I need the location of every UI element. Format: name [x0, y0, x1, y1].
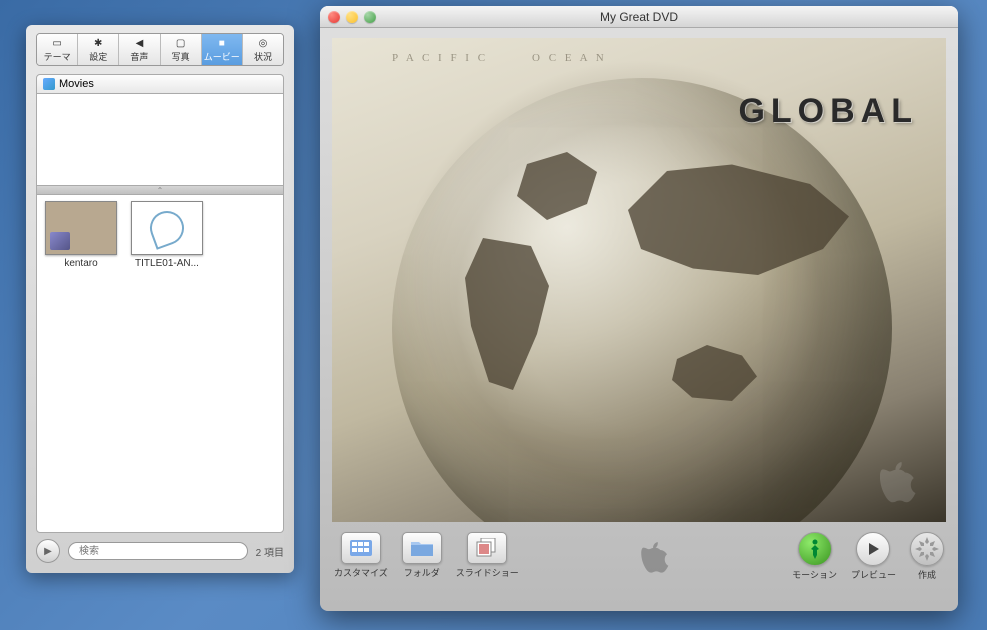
tab-label: 写真 — [172, 50, 190, 63]
preview-button[interactable]: プレビュー — [851, 532, 896, 581]
toolbar-label: フォルダ — [404, 566, 440, 579]
play-button[interactable]: ▶ — [36, 539, 60, 563]
apple-logo-icon — [641, 542, 669, 574]
zoom-button[interactable] — [364, 11, 376, 23]
burn-icon — [910, 532, 944, 566]
tab-photo[interactable]: ▢ 写真 — [161, 34, 202, 65]
traffic-lights — [320, 11, 376, 23]
thumbnail-label: TITLE01-AN... — [135, 258, 199, 269]
motion-icon — [798, 532, 832, 566]
tab-label: ムービー — [204, 50, 240, 63]
source-preview-area — [36, 94, 284, 186]
speaker-icon: ◀ — [132, 37, 146, 49]
target-icon: ◎ — [256, 37, 270, 49]
folder-icon — [402, 532, 442, 564]
splitter-handle[interactable]: ⌃ — [36, 186, 284, 194]
tab-label: 状況 — [254, 50, 272, 63]
burn-button[interactable]: 作成 — [910, 532, 944, 581]
camera-icon: ■ — [215, 37, 229, 49]
main-window: My Great DVD P A C I F I C O C E A N GLO… — [320, 6, 958, 611]
thumbnail-image — [131, 201, 203, 255]
menu-title-text[interactable]: GLOBAL — [738, 92, 918, 131]
item-count-label: 2 項目 — [256, 544, 284, 559]
apple-logo-watermark — [880, 462, 916, 504]
thumbnail-item[interactable]: kentaro — [43, 201, 119, 269]
toolbar-label: 作成 — [918, 568, 936, 581]
map-label-pacific: P A C I F I C — [392, 52, 488, 64]
folder-button[interactable]: フォルダ — [402, 532, 442, 579]
film-icon: ▭ — [50, 37, 64, 49]
movies-folder-icon — [43, 78, 55, 90]
media-panel-window: ▭ テーマ ✱ 設定 ◀ 音声 ▢ 写真 ■ ムービー ◎ 状況 Movies … — [26, 25, 294, 573]
thumbnail-label: kentaro — [64, 258, 97, 269]
photo-icon: ▢ — [174, 37, 188, 49]
tab-theme[interactable]: ▭ テーマ — [37, 34, 78, 65]
toolbar-label: モーション — [792, 568, 837, 581]
customize-icon — [341, 532, 381, 564]
thumbnail-item[interactable]: TITLE01-AN... — [129, 201, 205, 269]
slideshow-icon — [467, 532, 507, 564]
tab-label: 音声 — [130, 50, 148, 63]
search-input[interactable] — [68, 542, 248, 560]
play-icon: ▶ — [44, 546, 52, 557]
minimize-button[interactable] — [346, 11, 358, 23]
source-header[interactable]: Movies — [36, 74, 284, 94]
motion-button[interactable]: モーション — [792, 532, 837, 581]
tab-movie[interactable]: ■ ムービー — [202, 34, 243, 65]
media-panel-footer: ▶ 2 項目 — [26, 533, 294, 573]
tab-status[interactable]: ◎ 状況 — [243, 34, 283, 65]
customize-button[interactable]: カスタマイズ — [334, 532, 388, 579]
tab-audio[interactable]: ◀ 音声 — [119, 34, 160, 65]
tab-label: テーマ — [44, 50, 71, 63]
preview-icon — [856, 532, 890, 566]
dvd-menu-canvas[interactable]: P A C I F I C O C E A N GLOBAL — [332, 38, 946, 522]
close-button[interactable] — [328, 11, 340, 23]
thumbnail-grid: kentaro TITLE01-AN... — [36, 194, 284, 533]
map-label-ocean: O C E A N — [532, 52, 607, 64]
source-header-label: Movies — [59, 78, 94, 90]
thumbnail-image — [45, 201, 117, 255]
media-tabs: ▭ テーマ ✱ 設定 ◀ 音声 ▢ 写真 ■ ムービー ◎ 状況 — [36, 33, 284, 66]
toolbar-label: スライドショー — [456, 566, 519, 579]
titlebar[interactable]: My Great DVD — [320, 6, 958, 28]
window-title: My Great DVD — [320, 10, 958, 24]
toolbar-label: カスタマイズ — [334, 566, 388, 579]
bottom-toolbar: カスタマイズ フォルダ スライドショー モーション — [320, 530, 958, 589]
toolbar-label: プレビュー — [851, 568, 896, 581]
tab-settings[interactable]: ✱ 設定 — [78, 34, 119, 65]
tab-label: 設定 — [89, 50, 107, 63]
slideshow-button[interactable]: スライドショー — [456, 532, 519, 579]
gear-icon: ✱ — [91, 37, 105, 49]
